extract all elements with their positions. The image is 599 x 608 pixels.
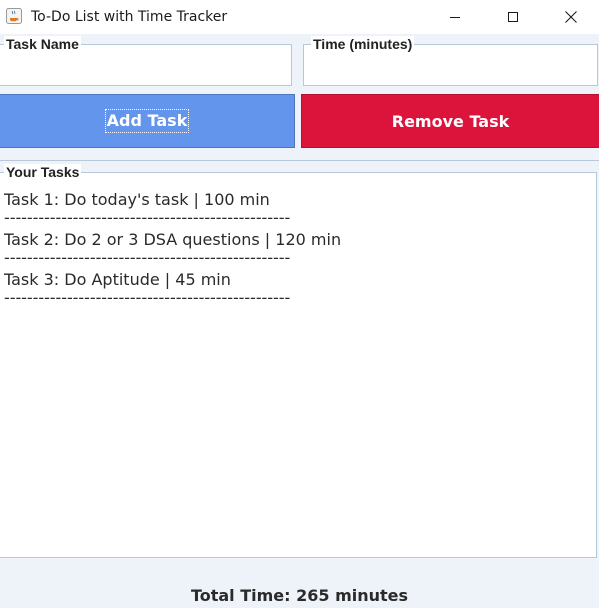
add-task-label: Add Task [104,109,190,133]
minimize-button[interactable] [426,0,484,34]
add-task-button[interactable]: Add Task [0,94,295,148]
java-app-icon [6,8,22,24]
task-separator: ----------------------------------------… [4,208,291,227]
task-item[interactable]: Task 3: Do Aptitude | 45 min [4,270,341,290]
time-minutes-field: Time (minutes) [303,36,598,86]
total-time-label: Total Time: 265 minutes [190,586,409,605]
task-item[interactable]: Task 2: Do 2 or 3 DSA questions | 120 mi… [4,230,341,250]
window-title: To-Do List with Time Tracker [31,9,228,25]
time-minutes-label: Time (minutes) [311,36,415,52]
task-separator: ----------------------------------------… [4,288,291,307]
close-icon [565,11,577,23]
minimize-icon [449,11,461,23]
task-separator: ----------------------------------------… [4,248,291,267]
maximize-icon [507,11,519,23]
task-name-input[interactable] [6,57,285,81]
task-list[interactable]: Task 1: Do today's task | 100 min ------… [4,190,341,310]
remove-task-button[interactable]: Remove Task [301,94,599,148]
close-button[interactable] [542,0,599,34]
divider [0,160,599,161]
tasks-panel: Your Tasks Task 1: Do today's task | 100… [0,164,597,558]
task-name-field: Task Name [0,36,292,86]
task-item[interactable]: Task 1: Do today's task | 100 min [4,190,341,210]
maximize-button[interactable] [484,0,542,34]
title-bar: To-Do List with Time Tracker [0,0,599,34]
task-name-label: Task Name [4,36,81,52]
tasks-panel-title: Your Tasks [4,164,82,180]
time-minutes-input[interactable] [310,57,591,81]
remove-task-label: Remove Task [391,111,510,131]
